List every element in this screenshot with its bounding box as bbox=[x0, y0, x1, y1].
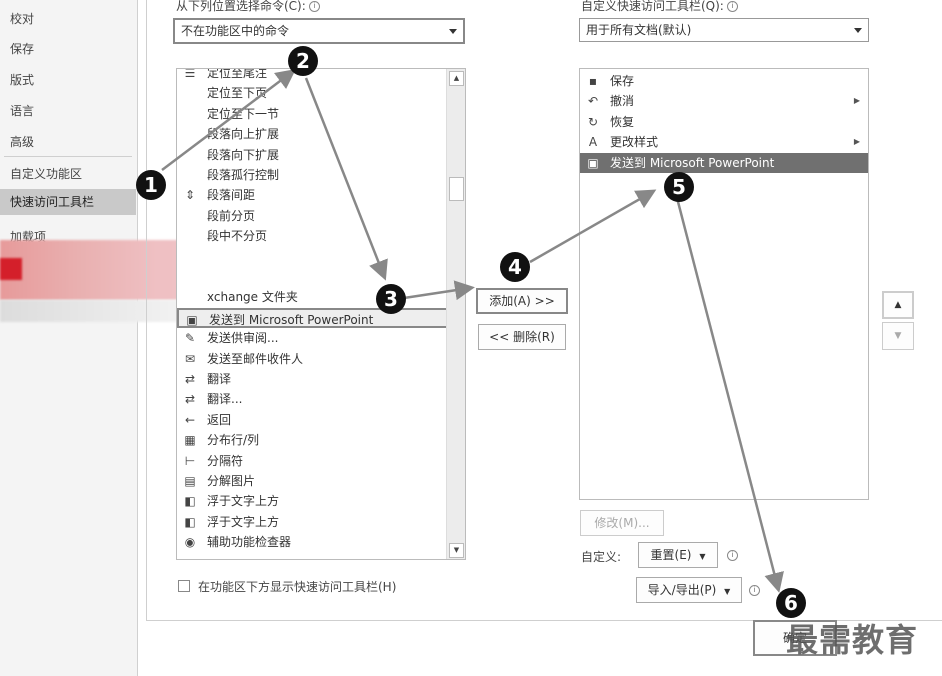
annotation-arrows bbox=[161, 68, 784, 593]
arrow-1-to-2 bbox=[161, 68, 296, 171]
step-3-marker: 3 bbox=[376, 284, 406, 314]
arrow-3-to-add bbox=[403, 280, 475, 301]
step-1-marker: 1 bbox=[136, 170, 166, 200]
step-6-marker: 6 bbox=[776, 588, 806, 618]
step-2-marker: 2 bbox=[288, 46, 318, 76]
arrow-4-to-5 bbox=[529, 189, 657, 264]
arrow-2-to-3 bbox=[304, 77, 388, 281]
arrow-5-to-6 bbox=[674, 193, 784, 593]
step-5-marker: 5 bbox=[664, 172, 694, 202]
watermark-logo: 最需教育 bbox=[786, 621, 919, 659]
step-4-marker: 4 bbox=[500, 252, 530, 282]
